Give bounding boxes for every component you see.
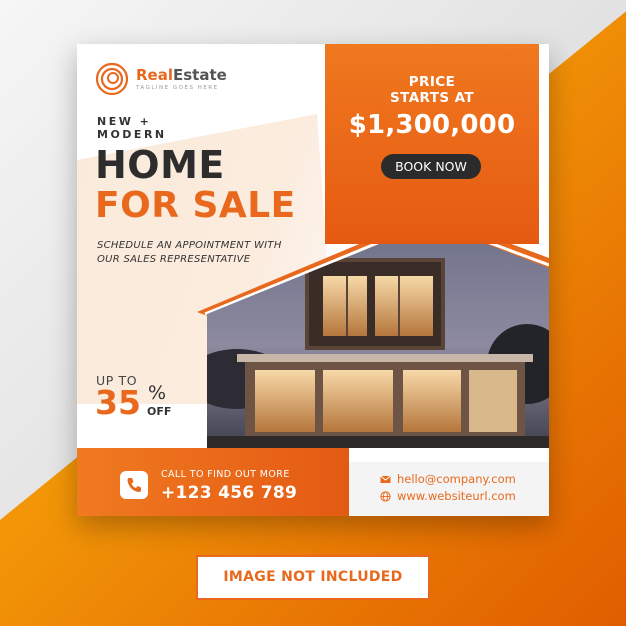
- headline-home: HOME: [95, 143, 225, 187]
- headline-for-sale: FOR SALE: [95, 185, 296, 226]
- upper-window-2: [375, 276, 433, 336]
- email-text[interactable]: hello@company.com: [397, 472, 516, 486]
- upper-window-1: [323, 276, 367, 336]
- lower-window-3: [403, 370, 461, 432]
- contact-panel: hello@company.com www.websiteurl.com: [349, 462, 549, 516]
- price-value: $1,300,000: [348, 110, 516, 140]
- phone-number[interactable]: +123 456 789: [161, 483, 297, 503]
- lower-window-2: [323, 370, 393, 432]
- discount-percent-sign: %: [148, 382, 167, 404]
- flyer-card: PRICE STARTS AT $1,300,000 BOOK NOW Real…: [77, 44, 549, 516]
- kicker: NEW + MODERN: [97, 115, 167, 141]
- email-icon: [380, 475, 391, 483]
- lower-window-1: [255, 370, 315, 432]
- discount-value: 35: [95, 383, 141, 422]
- website-text[interactable]: www.websiteurl.com: [397, 489, 516, 503]
- brand-logo: RealEstate TAGLINE GOES HERE: [95, 62, 227, 96]
- image-not-included-label: IMAGE NOT INCLUDED: [196, 555, 430, 600]
- price-panel: PRICE STARTS AT $1,300,000 BOOK NOW: [325, 44, 539, 244]
- schedule-line-1: SCHEDULE AN APPOINTMENT WITH: [97, 240, 282, 251]
- schedule-text: SCHEDULE AN APPOINTMENT WITH OUR SALES R…: [97, 239, 282, 267]
- book-now-button[interactable]: BOOK NOW: [381, 154, 481, 179]
- price-label-line-1: PRICE: [408, 74, 456, 90]
- brand-name: RealEstate: [136, 66, 227, 84]
- kicker-line-2: MODERN: [97, 128, 167, 141]
- discount-suffix: OFF: [147, 405, 172, 418]
- price-label: PRICE STARTS AT: [325, 74, 539, 106]
- brand-tagline: TAGLINE GOES HERE: [136, 85, 219, 91]
- kicker-line-1: NEW +: [97, 115, 152, 128]
- phone-icon[interactable]: [120, 471, 148, 499]
- lower-roof: [237, 354, 533, 362]
- schedule-line-2: OUR SALES REPRESENTATIVE: [97, 254, 251, 265]
- logo-rings-icon: [95, 62, 129, 96]
- lower-window-4: [469, 370, 517, 432]
- email-row[interactable]: hello@company.com: [380, 472, 516, 486]
- call-label: CALL TO FIND OUT MORE: [161, 469, 290, 480]
- call-bar: CALL TO FIND OUT MORE +123 456 789: [77, 448, 349, 516]
- globe-icon: [380, 490, 391, 502]
- price-label-line-2: STARTS AT: [390, 90, 474, 106]
- website-row[interactable]: www.websiteurl.com: [380, 489, 516, 503]
